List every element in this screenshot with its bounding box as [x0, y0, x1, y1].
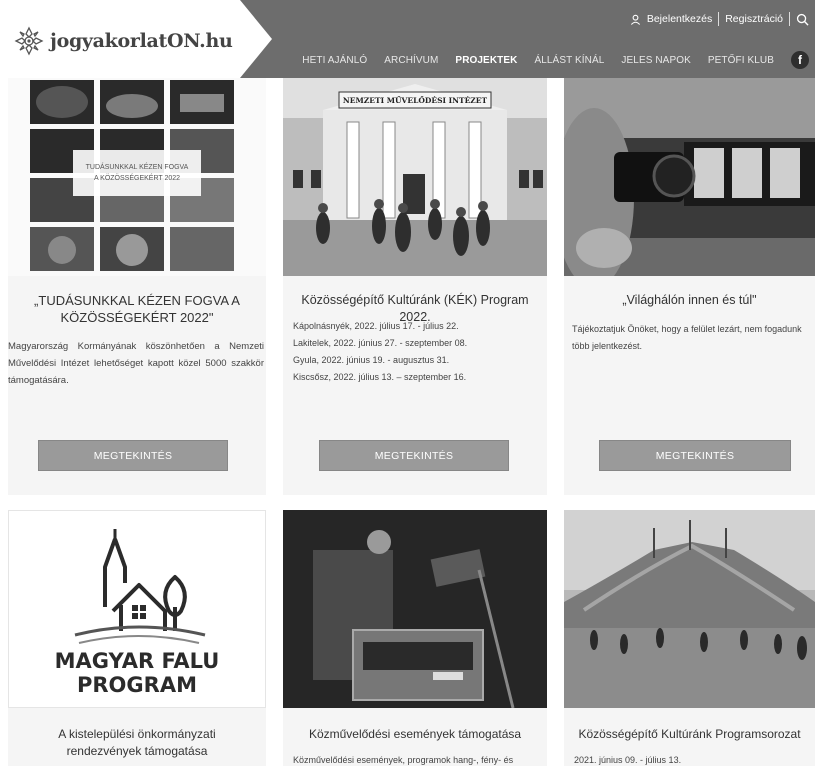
facebook-icon[interactable]: f — [791, 51, 809, 69]
card-text: Magyarország Kormányának köszönhetően a … — [8, 341, 264, 386]
card-title[interactable]: A kistelepülési önkormányzati rendezvény… — [8, 726, 266, 760]
card-text: Tájékoztatjuk Önöket, hogy a felület lez… — [572, 324, 802, 351]
project-card: „Világhálón innen és túl" Tájékoztatjuk … — [564, 78, 815, 495]
card-dates: Kápolnásnyék, 2022. július 17. - július … — [293, 318, 467, 386]
card-title[interactable]: „Világhálón innen és túl" — [564, 292, 815, 309]
date-line: Kiscsősz, 2022. július 13. – szeptember … — [293, 372, 467, 382]
main-nav: HETI AJÁNLÓ ARCHÍVUM PROJEKTEK ÁLLÁST KÍ… — [302, 51, 809, 69]
divider — [789, 12, 790, 26]
register-link[interactable]: Regisztráció — [725, 13, 783, 25]
logo-text: jogyakorlatON.hu — [50, 30, 233, 52]
site-logo[interactable]: jogyakorlatON.hu — [14, 26, 233, 56]
project-card: Közművelődési események támogatása Közmű… — [283, 510, 547, 766]
card-image[interactable]: MAGYAR FALU PROGRAM — [8, 510, 266, 708]
view-button[interactable]: MEGTEKINTÉS — [599, 440, 791, 471]
institute-building-image — [283, 78, 547, 276]
card-image[interactable] — [564, 78, 815, 276]
date-line: Lakitelek, 2022. június 27. - szeptember… — [293, 338, 468, 348]
nav-allast-kinal[interactable]: ÁLLÁST KÍNÁL — [534, 55, 604, 66]
user-links: Bejelentkezés Regisztráció — [630, 12, 809, 26]
nav-archivum[interactable]: ARCHÍVUM — [384, 55, 438, 66]
village-program-text: MAGYAR FALU PROGRAM — [54, 649, 220, 697]
view-button[interactable]: MEGTEKINTÉS — [319, 440, 509, 471]
festival-tent-image — [564, 510, 815, 708]
project-card: TUDÁSUNKKAL KÉZEN FOGVA A KÖZÖSSÉGEKÉRT … — [8, 78, 266, 495]
view-button[interactable]: MEGTEKINTÉS — [38, 440, 228, 471]
card-image[interactable]: NEMZETI MŰVELŐDÉSI INTÉZET — [283, 78, 547, 276]
card-image[interactable] — [283, 510, 547, 708]
photographer-image — [564, 78, 815, 276]
divider — [718, 12, 720, 26]
project-card: MAGYAR FALU PROGRAM A kistelepülési önko… — [8, 510, 266, 766]
card-title[interactable]: Közösségépítő Kultúránk Programsorozat — [564, 726, 815, 743]
card-image[interactable]: TUDÁSUNKKAL KÉZEN FOGVA A KÖZÖSSÉGEKÉRT … — [8, 78, 266, 276]
image-caption: TUDÁSUNKKAL KÉZEN FOGVA A KÖZÖSSÉGEKÉRT … — [85, 164, 189, 182]
nav-petofi-klub[interactable]: PETŐFI KLUB — [708, 55, 774, 66]
card-title[interactable]: „TUDÁSUNKKAL KÉZEN FOGVA A KÖZÖSSÉGEKÉRT… — [8, 292, 266, 326]
date-line: Gyula, 2022. június 19. - augusztus 31. — [293, 355, 450, 365]
date-line: Kápolnásnyék, 2022. július 17. - július … — [293, 321, 459, 331]
login-link[interactable]: Bejelentkezés — [647, 13, 712, 25]
card-title[interactable]: Közművelődési események támogatása — [283, 726, 547, 743]
ornament-logo-icon — [14, 26, 44, 56]
nav-jeles-napok[interactable]: JELES NAPOK — [621, 55, 690, 66]
user-icon — [630, 14, 640, 25]
card-text: Közművelődési események, programok hang-… — [293, 755, 514, 765]
page: jogyakorlatON.hu Bejelentkezés Regisztrá… — [0, 0, 815, 766]
project-card: Közösségépítő Kultúránk Programsorozat 2… — [564, 510, 815, 766]
search-icon[interactable] — [796, 13, 809, 26]
card-image[interactable] — [564, 510, 815, 708]
event-equipment-image — [283, 510, 547, 708]
card-text: 2021. június 09. - július 13. — [574, 755, 682, 765]
project-card: NEMZETI MŰVELŐDÉSI INTÉZET Közösségépítő… — [283, 78, 547, 495]
site-header: jogyakorlatON.hu Bejelentkezés Regisztrá… — [0, 0, 815, 78]
nav-heti-ajanlo[interactable]: HETI AJÁNLÓ — [302, 55, 367, 66]
building-sign: NEMZETI MŰVELŐDÉSI INTÉZET — [342, 96, 488, 105]
nav-projektek[interactable]: PROJEKTEK — [455, 55, 517, 66]
